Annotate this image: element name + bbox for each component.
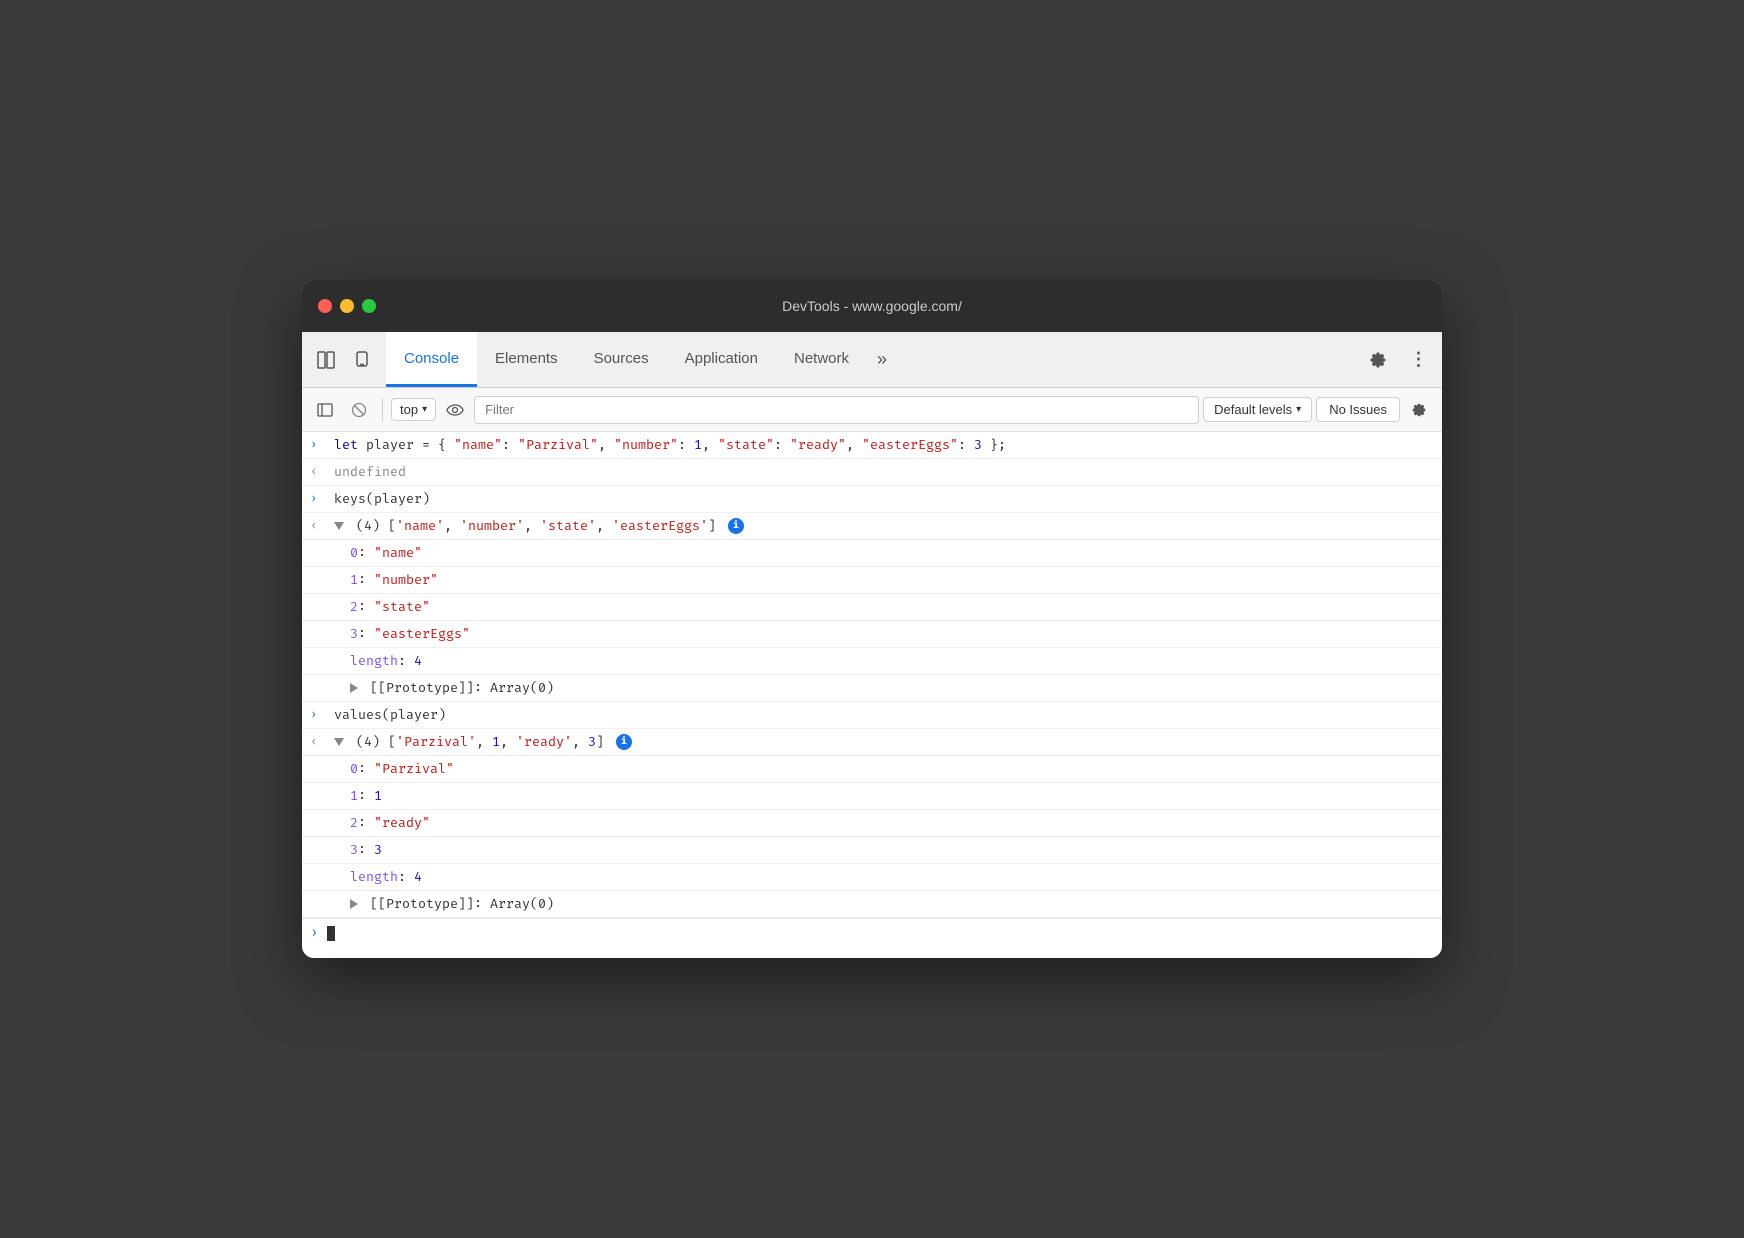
close-button[interactable] bbox=[318, 299, 332, 313]
devtools-window: DevTools - www.google.com/ Console bbox=[302, 280, 1442, 958]
toolbar-right: ⋮ bbox=[1362, 344, 1434, 376]
output-arrow: ‹ bbox=[310, 518, 330, 533]
tabs: Console Elements Sources Application Net… bbox=[386, 332, 1362, 387]
array-item: 0: "Parzival" bbox=[350, 758, 1434, 780]
more-tabs-button[interactable]: » bbox=[867, 332, 897, 387]
panel-layout-button[interactable] bbox=[310, 344, 342, 376]
console-input-line: › bbox=[302, 918, 1442, 948]
console-line: 0: "name" bbox=[302, 540, 1442, 567]
console-line: ‹ undefined bbox=[302, 459, 1442, 486]
toolbar-icons bbox=[310, 344, 378, 376]
clear-console-button[interactable] bbox=[344, 395, 374, 425]
device-toggle-button[interactable] bbox=[346, 344, 378, 376]
minimize-button[interactable] bbox=[340, 299, 354, 313]
info-badge[interactable]: i bbox=[616, 734, 632, 750]
console-prompt-icon: › bbox=[310, 925, 319, 942]
console-settings-button[interactable] bbox=[1404, 395, 1434, 425]
console-toolbar: top ▾ Default levels ▾ No Issues bbox=[302, 388, 1442, 432]
log-levels-button[interactable]: Default levels ▾ bbox=[1203, 397, 1312, 422]
console-expression: values(player) bbox=[334, 704, 1434, 726]
title-bar: DevTools - www.google.com/ bbox=[302, 280, 1442, 332]
console-expression: let player = { "name": "Parzival", "numb… bbox=[334, 434, 1434, 456]
console-line: ‹ (4) ['name', 'number', 'state', 'easte… bbox=[302, 513, 1442, 540]
console-line: 3: 3 bbox=[302, 837, 1442, 864]
context-selector-label: top bbox=[400, 402, 418, 417]
console-line: 1: 1 bbox=[302, 783, 1442, 810]
tab-console[interactable]: Console bbox=[386, 332, 477, 387]
live-expressions-button[interactable] bbox=[440, 395, 470, 425]
collapse-arrow-icon[interactable] bbox=[334, 522, 344, 530]
console-line: 1: "number" bbox=[302, 567, 1442, 594]
expand-arrow-icon[interactable] bbox=[350, 899, 358, 909]
console-line: [[Prototype]]: Array(0) bbox=[302, 891, 1442, 918]
context-selector[interactable]: top ▾ bbox=[391, 398, 436, 421]
array-item: 1: 1 bbox=[350, 785, 1434, 807]
chevron-down-icon: ▾ bbox=[422, 404, 427, 415]
console-line: ‹ (4) ['Parzival', 1, 'ready', 3] i bbox=[302, 729, 1442, 756]
console-line: 2: "state" bbox=[302, 594, 1442, 621]
console-line: › keys(player) bbox=[302, 486, 1442, 513]
array-item: 3: 3 bbox=[350, 839, 1434, 861]
window-title: DevTools - www.google.com/ bbox=[782, 298, 962, 314]
expand-arrow[interactable]: › bbox=[310, 491, 330, 506]
settings-button[interactable] bbox=[1362, 344, 1394, 376]
console-array-header: (4) ['Parzival', 1, 'ready', 3] i bbox=[334, 731, 1434, 753]
chevron-down-icon: ▾ bbox=[1296, 404, 1301, 415]
console-expression: keys(player) bbox=[334, 488, 1434, 510]
output-arrow: ‹ bbox=[310, 734, 330, 749]
expand-arrow[interactable]: › bbox=[310, 707, 330, 722]
console-line: › let player = { "name": "Parzival", "nu… bbox=[302, 432, 1442, 459]
console-line: length: 4 bbox=[302, 864, 1442, 891]
expand-arrow[interactable]: › bbox=[310, 437, 330, 452]
expand-arrow-icon[interactable] bbox=[350, 683, 358, 693]
console-line: [[Prototype]]: Array(0) bbox=[302, 675, 1442, 702]
array-property: length: 4 bbox=[350, 866, 1434, 888]
prototype-entry: [[Prototype]]: Array(0) bbox=[350, 677, 1434, 699]
console-output-value: undefined bbox=[334, 461, 1434, 483]
array-property: length: 4 bbox=[350, 650, 1434, 672]
sidebar-toggle-button[interactable] bbox=[310, 395, 340, 425]
filter-input[interactable] bbox=[474, 396, 1199, 424]
toolbar-divider bbox=[382, 398, 383, 422]
tab-network[interactable]: Network bbox=[776, 332, 867, 387]
traffic-lights bbox=[318, 299, 376, 313]
maximize-button[interactable] bbox=[362, 299, 376, 313]
console-cursor[interactable] bbox=[327, 926, 335, 941]
console-line: 2: "ready" bbox=[302, 810, 1442, 837]
console-line: length: 4 bbox=[302, 648, 1442, 675]
output-arrow: ‹ bbox=[310, 464, 330, 479]
collapse-arrow-icon[interactable] bbox=[334, 738, 344, 746]
more-options-button[interactable]: ⋮ bbox=[1402, 344, 1434, 376]
console-line: 0: "Parzival" bbox=[302, 756, 1442, 783]
array-item: 1: "number" bbox=[350, 569, 1434, 591]
prototype-entry: [[Prototype]]: Array(0) bbox=[350, 893, 1434, 915]
console-output: › let player = { "name": "Parzival", "nu… bbox=[302, 432, 1442, 958]
tab-elements[interactable]: Elements bbox=[477, 332, 576, 387]
array-item: 0: "name" bbox=[350, 542, 1434, 564]
issues-counter-button[interactable]: No Issues bbox=[1316, 397, 1400, 422]
array-item: 2: "state" bbox=[350, 596, 1434, 618]
toolbar: Console Elements Sources Application Net… bbox=[302, 332, 1442, 388]
console-array-header: (4) ['name', 'number', 'state', 'easterE… bbox=[334, 515, 1434, 537]
console-line: › values(player) bbox=[302, 702, 1442, 729]
tab-sources[interactable]: Sources bbox=[576, 332, 667, 387]
console-line: 3: "easterEggs" bbox=[302, 621, 1442, 648]
info-badge[interactable]: i bbox=[728, 518, 744, 534]
array-item: 3: "easterEggs" bbox=[350, 623, 1434, 645]
array-item: 2: "ready" bbox=[350, 812, 1434, 834]
tab-application[interactable]: Application bbox=[667, 332, 776, 387]
